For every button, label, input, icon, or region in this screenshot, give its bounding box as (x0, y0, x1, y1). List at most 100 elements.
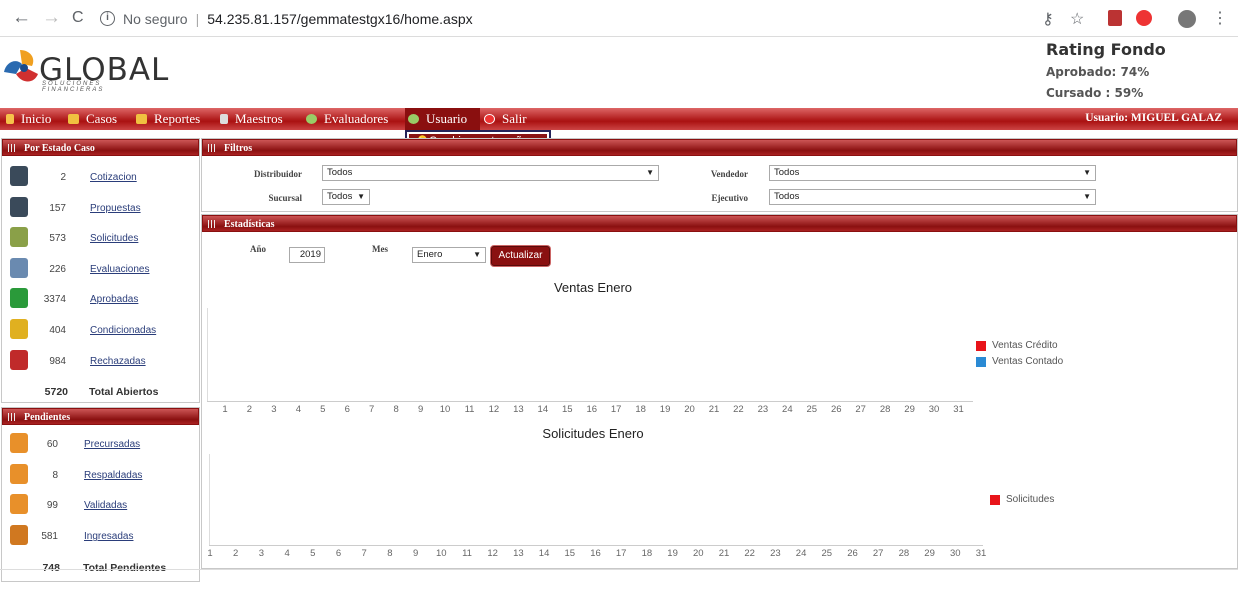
x-tick-label: 29 (904, 404, 915, 415)
item-link[interactable]: Precursadas (84, 439, 140, 450)
item-link[interactable]: Cotizacion (90, 172, 137, 183)
menu-casos[interactable]: Casos (68, 111, 117, 127)
ventas-chart: Ventas Enero 1 2 3 4 5 6 7 8 9 10 11 12 13 14 15 16 17 18 1… (205, 280, 1105, 420)
folder-icon (136, 114, 147, 124)
item-link[interactable]: Ingresadas (84, 531, 133, 542)
x-tick-label: 15 (562, 404, 573, 415)
avatar[interactable] (1178, 10, 1196, 28)
menu-items: Inicio Casos Reportes Maestros Evaluador… (0, 108, 1238, 130)
solicitudes-chart: Solicitudes Enero 1 2 3 4 5 6 7 8 9 10 11 12 13 14 15 16… (205, 426, 1105, 566)
calculator-icon (10, 166, 28, 186)
x-tick-label: 25 (821, 548, 833, 559)
pdf-extension-icon[interactable] (1108, 10, 1122, 26)
legend-swatch (976, 356, 986, 367)
menu-maestros[interactable]: Maestros (220, 111, 283, 127)
item-link[interactable]: Evaluaciones (90, 264, 149, 275)
x-tick-label: 5 (310, 548, 316, 559)
forward-icon[interactable]: → (42, 7, 61, 29)
x-tick-label: 8 (393, 404, 399, 415)
back-icon[interactable]: ← (12, 7, 31, 29)
x-tick-label: 10 (436, 548, 447, 559)
item-count: 8 (52, 469, 58, 481)
item-count: 99 (46, 500, 58, 512)
list-item[interactable]: 99 Validadas (2, 491, 199, 521)
item-count: 3374 (43, 294, 66, 306)
x-tick-label: 12 (487, 548, 498, 559)
list-item[interactable]: 984 Rechazadas (2, 347, 199, 377)
x-tick-label: 20 (693, 548, 704, 559)
estadisticas-header: Estadísticas (202, 215, 1237, 232)
actualizar-button[interactable]: Actualizar (491, 246, 550, 266)
item-count: 573 (49, 233, 66, 245)
reload-icon[interactable]: C (72, 9, 84, 27)
key-icon[interactable]: ⚷ (1042, 9, 1054, 29)
browser-toolbar: ← → C i No seguro | 54.235.81.157/gemmat… (0, 0, 1238, 37)
info-icon[interactable]: i (100, 11, 115, 26)
chart-x-axis (207, 401, 973, 402)
x-tick-label: 22 (744, 548, 755, 559)
x-tick-label: 22 (733, 404, 744, 415)
x-tick-label: 24 (795, 548, 807, 559)
list-item[interactable]: 60 Precursadas (2, 430, 199, 460)
ejecutivo-select[interactable]: Todos ▼ (769, 189, 1096, 205)
anio-input[interactable]: 2019 (289, 247, 325, 263)
x-tick-label: 18 (635, 404, 646, 415)
vendedor-select[interactable]: Todos ▼ (769, 165, 1096, 181)
list-item[interactable]: 404 Condicionadas (2, 316, 199, 346)
item-link[interactable]: Propuestas (90, 203, 141, 214)
menu-salir[interactable]: Salir (484, 111, 527, 127)
x-tick-label: 1 (207, 548, 213, 559)
database-icon (220, 114, 228, 124)
company-logo[interactable]: GLOBAL SOLUCIONES FINANCIERAS (2, 48, 168, 93)
chart-x-axis (209, 545, 983, 546)
list-item[interactable]: 573 Solicitudes (2, 224, 199, 254)
sucursal-label: Sucursal (268, 193, 302, 203)
url-text[interactable]: 54.235.81.157/gemmatestgx16/home.aspx (207, 11, 472, 27)
list-item[interactable]: 8 Respaldadas (2, 461, 199, 491)
star-icon[interactable]: ☆ (1070, 9, 1084, 29)
item-link[interactable]: Respaldadas (84, 470, 142, 481)
mes-select[interactable]: Enero ▼ (412, 247, 486, 263)
menu-casos-label: Casos (86, 111, 118, 126)
item-link[interactable]: Validadas (84, 500, 127, 511)
list-item[interactable]: 2 Cotizacion (2, 163, 199, 193)
menu-evaluadores[interactable]: Evaluadores (306, 111, 388, 127)
x-tick-label: 14 (538, 548, 550, 559)
ejecutivo-value: Todos (774, 191, 800, 202)
distribuidor-select[interactable]: Todos ▼ (322, 165, 659, 181)
logo-tagline: SOLUCIONES FINANCIERAS (42, 81, 105, 93)
menu-maestros-label: Maestros (235, 111, 283, 126)
extension-icon[interactable] (1136, 10, 1152, 26)
home-icon (6, 114, 14, 124)
kebab-menu-icon[interactable]: ⋮ (1212, 8, 1228, 28)
shield-check-icon (10, 288, 28, 309)
address-bar[interactable]: i No seguro | 54.235.81.157/gemmatestgx1… (100, 5, 1030, 32)
rating-title: Rating Fondo (1046, 40, 1166, 59)
menu-usuario[interactable]: Usuario (408, 111, 467, 127)
item-link[interactable]: Condicionadas (90, 325, 156, 336)
item-link[interactable]: Rechazadas (90, 356, 146, 367)
x-tick-label: 27 (855, 404, 866, 415)
total-label: Total Pendientes (83, 561, 167, 574)
sucursal-select[interactable]: Todos ▼ (322, 189, 370, 205)
shield-warning-icon (10, 319, 28, 339)
item-link[interactable]: Solicitudes (90, 233, 138, 244)
list-item[interactable]: 581 Ingresadas (2, 522, 199, 552)
document-edit-icon (10, 227, 28, 248)
x-tick-label: 16 (590, 548, 601, 559)
menu-inicio[interactable]: Inicio (6, 111, 51, 127)
legend-label: Ventas Contado (992, 356, 1064, 367)
total-count: 5720 (44, 386, 68, 399)
x-tick-label: 23 (770, 548, 781, 559)
user-icon (408, 114, 419, 124)
item-link[interactable]: Aprobadas (90, 294, 138, 305)
menu-reportes[interactable]: Reportes (136, 111, 200, 127)
x-tick-label: 21 (718, 548, 730, 559)
x-tick-label: 6 (335, 548, 342, 559)
x-tick-label: 14 (537, 404, 549, 415)
list-item[interactable]: 3374 Aprobadas (2, 285, 199, 315)
list-item[interactable]: 226 Evaluaciones (2, 255, 199, 285)
rating-cursado: Cursado : 59% (1046, 86, 1144, 100)
list-item[interactable]: 157 Propuestas (2, 194, 199, 224)
x-tick-label: 5 (320, 404, 326, 415)
